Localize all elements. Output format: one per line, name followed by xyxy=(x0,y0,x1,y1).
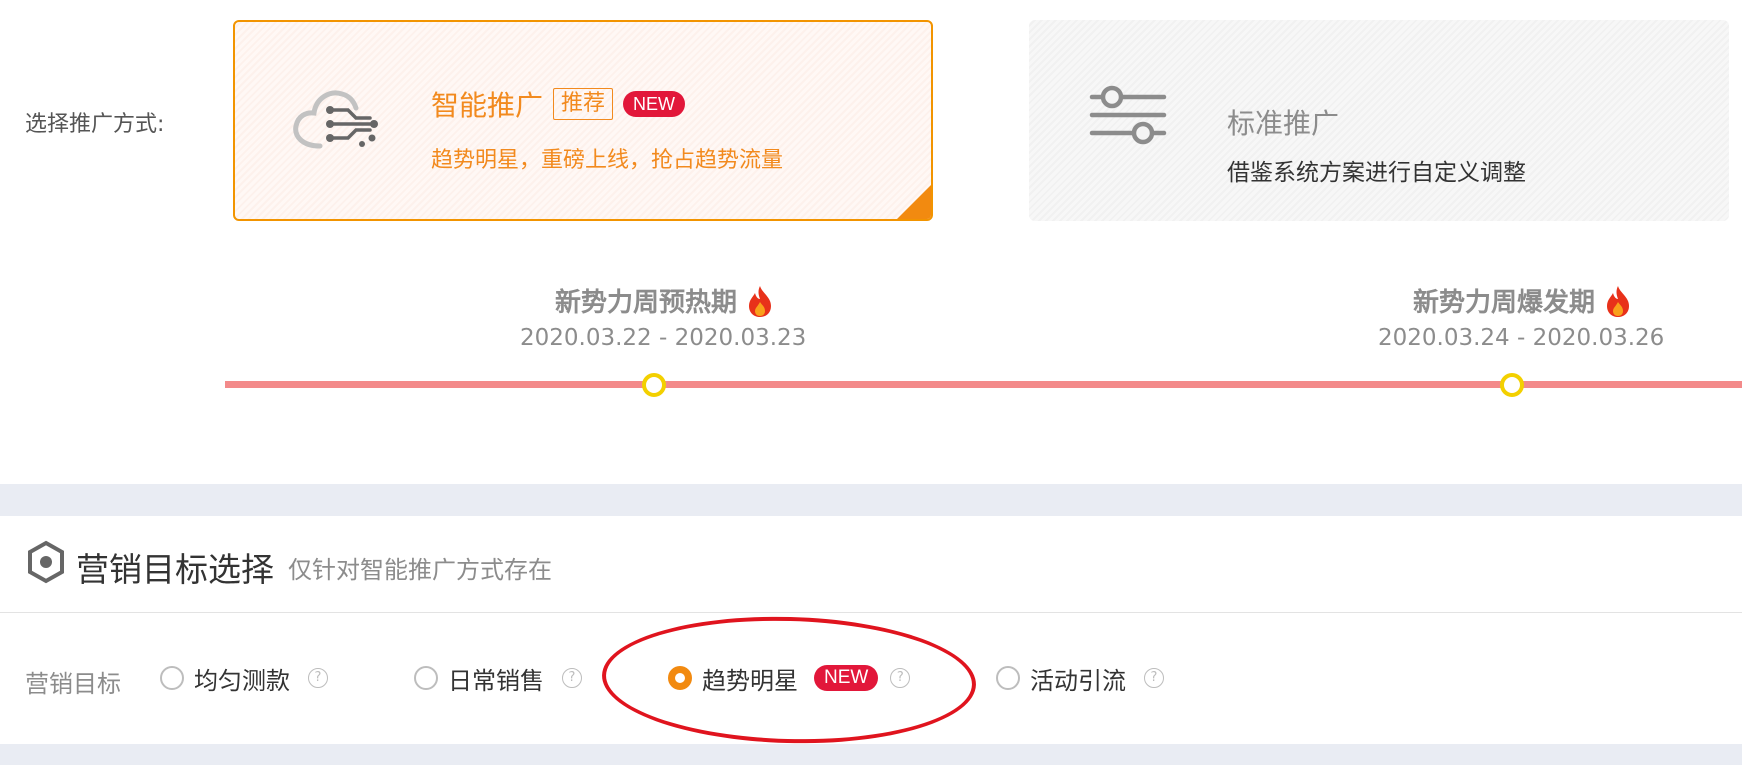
radio-button[interactable] xyxy=(996,666,1020,690)
section-subtitle: 仅针对智能推广方式存在 xyxy=(288,556,552,584)
selected-corner-indicator xyxy=(895,183,931,219)
phase-preheat-dates: 2020.03.22 - 2020.03.23 xyxy=(520,325,807,351)
bottom-band xyxy=(0,744,1742,765)
section-separator xyxy=(0,484,1742,516)
timeline-node-preheat xyxy=(642,373,666,397)
standard-promotion-card[interactable]: 标准推广 借鉴系统方案进行自定义调整 xyxy=(1029,20,1729,221)
phase-burst-title: 新势力周爆发期 xyxy=(1413,282,1633,319)
smart-promotion-card[interactable]: 智能推广 推荐 NEW 趋势明星，重磅上线，抢占趋势流量 xyxy=(233,20,933,221)
phase-burst-label: 新势力周爆发期 xyxy=(1413,288,1596,318)
timeline-node-burst xyxy=(1500,373,1524,397)
goal-option-even-test[interactable]: 均匀测款 ? xyxy=(160,660,328,696)
help-icon[interactable]: ? xyxy=(308,668,328,688)
promotion-method-label: 选择推广方式: xyxy=(25,112,165,137)
goal-option-activity-traffic[interactable]: 活动引流 ? xyxy=(996,660,1164,696)
fire-icon xyxy=(749,285,772,317)
divider xyxy=(0,612,1742,613)
hexagon-icon xyxy=(26,540,66,588)
fire-icon xyxy=(1607,285,1630,317)
radio-button[interactable] xyxy=(160,666,184,690)
section-title: 营销目标选择 xyxy=(76,550,274,589)
annotation-ellipse xyxy=(600,612,978,748)
goal-option-label: 日常销售 xyxy=(448,666,544,695)
cloud-network-icon xyxy=(290,86,382,156)
recommend-tag: 推荐 xyxy=(553,88,614,120)
goal-option-label: 活动引流 xyxy=(1030,666,1126,695)
radio-button[interactable] xyxy=(414,666,438,690)
sliders-icon xyxy=(1088,83,1168,157)
smart-promotion-title: 智能推广 xyxy=(431,89,544,122)
phase-preheat-label: 新势力周预热期 xyxy=(555,288,738,318)
smart-promotion-description: 趋势明星，重磅上线，抢占趋势流量 xyxy=(431,148,784,173)
standard-promotion-description: 借鉴系统方案进行自定义调整 xyxy=(1227,160,1526,186)
phase-preheat-title: 新势力周预热期 xyxy=(555,282,775,319)
standard-promotion-title: 标准推广 xyxy=(1227,107,1340,140)
help-icon[interactable]: ? xyxy=(562,668,582,688)
marketing-goal-label: 营销目标 xyxy=(25,670,121,698)
goal-option-daily-sales[interactable]: 日常销售 ? xyxy=(414,660,582,696)
help-icon[interactable]: ? xyxy=(1144,668,1164,688)
new-badge: NEW xyxy=(623,91,686,117)
phase-burst-dates: 2020.03.24 - 2020.03.26 xyxy=(1378,325,1665,351)
goal-option-label: 均匀测款 xyxy=(194,666,290,695)
